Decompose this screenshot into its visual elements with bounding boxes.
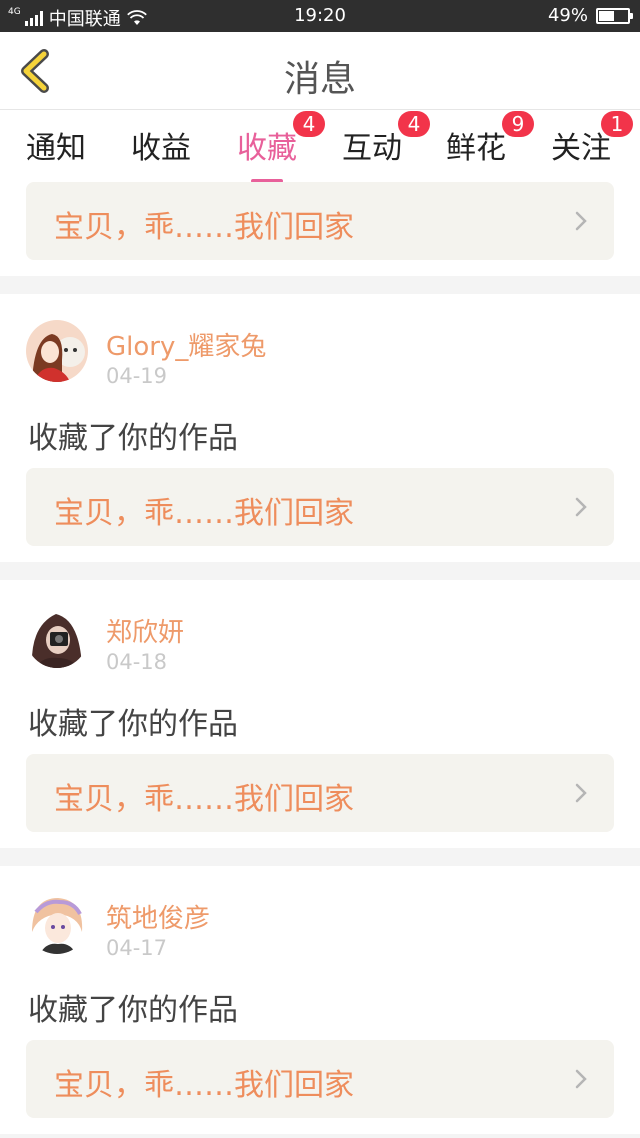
tab-label: 鲜花 (446, 131, 506, 166)
work-link-card[interactable]: 宝贝，乖……我们回家 (26, 754, 614, 832)
work-title: 宝贝，乖……我们回家 (54, 782, 354, 817)
timestamp: 04-19 (106, 364, 168, 388)
work-link-card[interactable]: 宝贝，乖……我们回家 (26, 468, 614, 546)
tab-follows[interactable]: 关注 1 (551, 111, 633, 167)
work-link-card[interactable]: 宝贝，乖……我们回家 (26, 1040, 614, 1118)
unread-badge: 1 (601, 111, 633, 137)
battery-icon (596, 7, 633, 24)
battery-percent: 49% (547, 5, 588, 26)
work-title: 宝贝，乖……我们回家 (54, 1068, 354, 1103)
work-title: 宝贝，乖……我们回家 (54, 210, 354, 245)
chevron-right-icon (575, 211, 587, 231)
avatar[interactable] (26, 320, 88, 382)
tab-label: 收藏 (237, 131, 297, 166)
activity-text: 收藏了你的作品 (28, 993, 238, 1028)
tab-earnings[interactable]: 收益 (131, 123, 191, 167)
clock: 19:20 (294, 5, 346, 26)
activity-text: 收藏了你的作品 (28, 707, 238, 742)
timestamp: 04-18 (106, 650, 168, 674)
chevron-right-icon (575, 1069, 587, 1089)
page-title: 消息 (283, 59, 356, 100)
tab-label: 收益 (131, 131, 191, 166)
tab-label: 关注 (551, 131, 611, 166)
username[interactable]: 筑地俊彦 (106, 898, 210, 935)
section-divider (0, 848, 640, 866)
tab-notifications[interactable]: 通知 (26, 123, 86, 167)
unread-badge: 4 (293, 111, 325, 137)
username[interactable]: Glory_耀家兔 (106, 326, 266, 363)
chevron-right-icon (575, 497, 587, 517)
username[interactable]: 郑欣妍 (106, 612, 184, 649)
section-divider (0, 562, 640, 580)
unread-badge: 4 (398, 111, 430, 137)
activity-text: 收藏了你的作品 (28, 421, 238, 456)
unread-badge: 9 (502, 111, 534, 137)
section-divider (0, 276, 640, 294)
tab-label: 互动 (342, 131, 402, 166)
avatar[interactable] (26, 606, 88, 668)
status-bar: 4G 中国联通 19:20 49% (0, 0, 640, 32)
avatar[interactable] (26, 892, 88, 954)
tab-label: 通知 (26, 131, 86, 166)
tab-bar: 通知 收益 收藏 4 互动 4 鲜花 9 关注 1 (0, 111, 640, 183)
nav-header: 消息 (0, 32, 640, 110)
work-link-card[interactable]: 宝贝，乖……我们回家 (26, 182, 614, 260)
work-title: 宝贝，乖……我们回家 (54, 496, 354, 531)
timestamp: 04-17 (106, 936, 168, 960)
section-divider (0, 1134, 640, 1138)
tab-interactions[interactable]: 互动 4 (342, 111, 430, 167)
tab-flowers[interactable]: 鲜花 9 (446, 111, 534, 167)
tab-favorites[interactable]: 收藏 4 (237, 111, 325, 183)
chevron-right-icon (575, 783, 587, 803)
